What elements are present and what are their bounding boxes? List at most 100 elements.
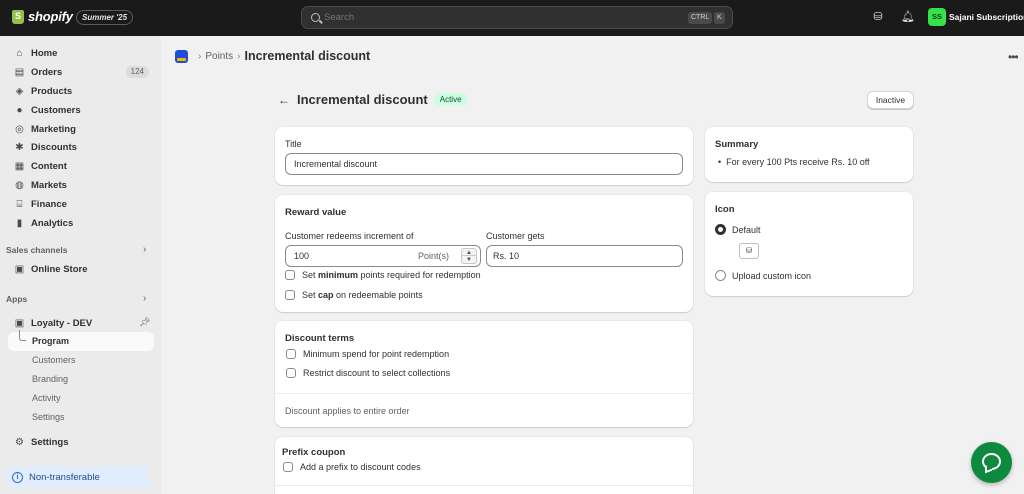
sidebar-subitem-customers[interactable]: Customers — [32, 355, 76, 365]
redeem-increment-label: Customer redeems increment of — [285, 231, 414, 241]
stepper-up-icon[interactable]: ▲ — [461, 248, 477, 256]
chart-icon: ▮ — [16, 217, 23, 229]
sidebar-subitem-settings[interactable]: Settings — [32, 412, 65, 422]
discount-applies-note: Discount applies to entire order — [285, 406, 410, 416]
min-points-checkbox-row[interactable]: Set minimum points required for redempti… — [285, 270, 481, 280]
status-badge: Active — [434, 93, 467, 106]
sidebar-item-discounts[interactable]: ✱ Discounts — [8, 138, 153, 156]
redeem-increment-input[interactable]: 100 Point(s) ▲ ▼ — [285, 245, 481, 267]
sidebar-item-analytics[interactable]: ▮ Analytics — [8, 214, 153, 232]
non-transferable-banner[interactable]: i Non-transferable — [6, 466, 149, 488]
chat-button[interactable] — [971, 442, 1012, 483]
search-bar[interactable]: CTRL K — [301, 6, 733, 29]
upload-icon-radio[interactable] — [715, 270, 726, 281]
sidebar-subitem-activity[interactable]: Activity — [32, 393, 61, 403]
customer-gets-input[interactable]: Rs. 10 — [486, 245, 683, 267]
chat-bubble-icon — [982, 453, 1001, 470]
inactive-button[interactable]: Inactive — [867, 91, 914, 109]
sidebar: ⌂ Home ▤ Orders 124 ◈ Products ● Custome… — [0, 36, 161, 494]
shopify-logo[interactable]: shopify — [12, 9, 73, 24]
cap-points-checkbox-row[interactable]: Set cap on redeemable points — [285, 290, 423, 300]
search-icon — [311, 13, 320, 22]
apps-heading[interactable]: Apps — [6, 294, 27, 304]
logo-text: shopify — [28, 9, 73, 24]
cap-points-checkbox[interactable] — [285, 290, 295, 300]
sidebar-item-label: Home — [31, 47, 58, 59]
summary-card: Summary • For every 100 Pts receive Rs. … — [705, 127, 913, 182]
sidebar-subitem-branding[interactable]: Branding — [32, 374, 68, 384]
bullet-icon: • — [718, 157, 727, 167]
sidebar-item-home[interactable]: ⌂ Home — [8, 44, 153, 62]
tag-icon: ◈ — [15, 85, 24, 97]
search-input[interactable] — [324, 12, 624, 23]
info-icon: i — [12, 471, 23, 483]
non-transferable-label: Non-transferable — [29, 471, 100, 483]
min-spend-checkbox[interactable] — [286, 349, 296, 359]
restrict-collections-checkbox-row[interactable]: Restrict discount to select collections — [286, 368, 450, 378]
default-icon-radio-row[interactable]: Default — [715, 224, 761, 235]
shortcut-k: K — [714, 12, 725, 24]
breadcrumb-current: Incremental discount — [244, 49, 371, 63]
top-bar: shopify Summer '25 CTRL K ⛁ 🔔︎ SS Sajani… — [0, 0, 1024, 36]
quantity-stepper[interactable]: ▲ ▼ — [461, 248, 477, 264]
sidebar-item-label: Customers — [31, 104, 81, 116]
min-points-checkbox[interactable] — [285, 270, 295, 280]
pin-icon[interactable]: 📌︎ — [139, 317, 150, 328]
check-label-pre: Set — [302, 290, 319, 300]
bell-icon[interactable]: 🔔︎ — [901, 11, 915, 23]
sidebar-item-markets[interactable]: ◍ Markets — [8, 176, 153, 194]
upload-option-label: Upload custom icon — [732, 270, 812, 281]
sidebar-item-products[interactable]: ◈ Products — [8, 82, 153, 100]
title-label: Title — [285, 139, 302, 149]
check-label-post: on redeemable points — [333, 290, 423, 300]
more-actions-icon[interactable]: ••• — [1008, 50, 1019, 64]
upload-icon-radio-row[interactable]: Upload custom icon — [715, 270, 811, 281]
shopify-bag-icon — [12, 9, 24, 24]
page-header: ← Incremental discount Active — [278, 92, 467, 107]
check-label-post: points required for redemption — [358, 270, 481, 280]
sidebar-subitem-program[interactable]: Program — [32, 336, 69, 346]
sidebar-item-marketing[interactable]: ◎ Marketing — [8, 120, 153, 138]
restrict-collections-checkbox[interactable] — [286, 368, 296, 378]
customer-gets-label: Customer gets — [486, 231, 545, 241]
breadcrumb-points-link[interactable]: Points — [205, 51, 233, 62]
default-icon-radio[interactable] — [715, 224, 726, 235]
sidebar-item-online-store[interactable]: ▣ Online Store — [8, 260, 153, 278]
divider — [275, 393, 693, 394]
min-spend-label: Minimum spend for point redemption — [303, 349, 450, 359]
title-input[interactable]: Incremental discount — [285, 153, 683, 175]
sidebar-item-finance[interactable]: ⌸ Finance — [8, 195, 153, 213]
sidebar-item-customers[interactable]: ● Customers — [8, 101, 153, 119]
app-logo-icon[interactable] — [175, 49, 188, 63]
chevron-right-icon[interactable]: › — [143, 244, 146, 255]
reward-value-heading: Reward value — [285, 207, 347, 218]
content-icon: ▦ — [14, 160, 25, 172]
sidebar-item-settings[interactable]: ⚙ Settings — [8, 433, 153, 451]
back-arrow-icon[interactable]: ← — [278, 93, 290, 107]
sidebar-item-content[interactable]: ▦ Content — [8, 157, 153, 175]
icon-card: Icon Default Upload custom icon — [705, 192, 913, 296]
sales-channels-heading[interactable]: Sales channels — [6, 245, 67, 255]
sidebar-item-orders[interactable]: ▤ Orders 124 — [8, 63, 153, 81]
chevron-right-icon[interactable]: › — [143, 293, 146, 304]
sidebar-item-label: Content — [31, 160, 67, 172]
sidebar-item-label: Finance — [31, 198, 67, 210]
sidebar-item-label: Settings — [31, 436, 69, 448]
add-prefix-checkbox-row[interactable]: Add a prefix to discount codes — [283, 462, 421, 472]
min-spend-checkbox-row[interactable]: Minimum spend for point redemption — [286, 349, 449, 359]
sidebar-subitem-active-bg — [8, 332, 154, 351]
discount-terms-heading: Discount terms — [285, 333, 355, 344]
edition-badge[interactable]: Summer '25 — [76, 10, 134, 25]
sidebar-item-loyalty-app[interactable]: ▣ Loyalty - DEV — [8, 314, 153, 332]
avatar[interactable]: SS — [928, 8, 946, 26]
sidebar-item-label: Orders — [31, 66, 63, 78]
add-prefix-checkbox[interactable] — [283, 462, 293, 472]
icon-heading: Icon — [715, 204, 735, 215]
store-name[interactable]: Sajani Subscriptions — [949, 12, 1024, 22]
points-suffix: Point(s) — [417, 251, 449, 261]
sidekick-icon[interactable]: ⛁ — [872, 11, 884, 23]
reward-value-card: Reward value Customer redeems increment … — [275, 195, 693, 312]
stepper-down-icon[interactable]: ▼ — [461, 256, 477, 264]
bank-icon: ⌸ — [16, 198, 23, 210]
breadcrumb: › Points › Incremental discount — [175, 48, 370, 64]
